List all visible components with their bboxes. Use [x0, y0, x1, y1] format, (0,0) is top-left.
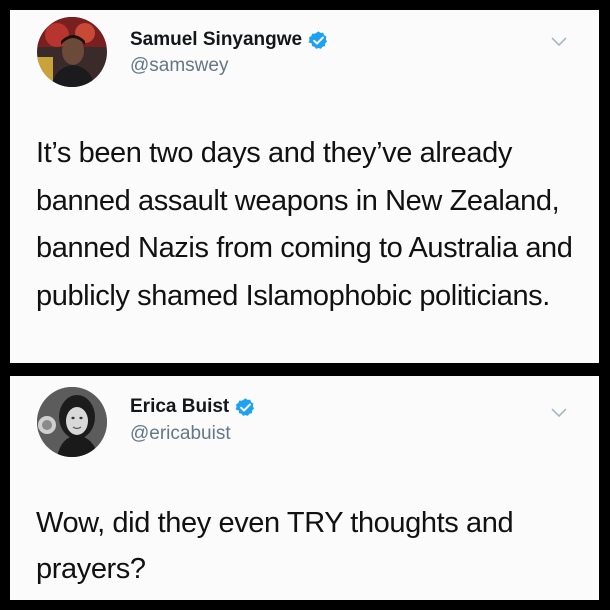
tweet-text: It’s been two days and they’ve already b…	[36, 137, 573, 312]
chevron-down-icon[interactable]	[551, 408, 567, 418]
author-display-name[interactable]: Samuel Sinyangwe	[130, 29, 302, 51]
author-name-row: Erica Buist	[130, 396, 256, 418]
avatar[interactable]	[37, 387, 107, 457]
chevron-down-icon[interactable]	[551, 37, 567, 47]
tweet-text: Wow, did they even TRY thoughts and pray…	[36, 507, 514, 585]
author-display-name[interactable]: Erica Buist	[130, 396, 229, 418]
tweet-card[interactable]: Samuel Sinyangwe @samswey It’s been two …	[10, 10, 599, 363]
avatar-image	[37, 17, 107, 87]
avatar-image	[37, 387, 107, 457]
verified-badge-icon	[308, 30, 328, 49]
verified-badge-icon	[235, 397, 255, 416]
screenshot-page: Samuel Sinyangwe @samswey It’s been two …	[0, 0, 610, 610]
avatar[interactable]	[37, 17, 107, 87]
author-handle[interactable]: @ericabuist	[130, 423, 231, 445]
author-handle[interactable]: @samswey	[130, 55, 228, 77]
reply-tweet-card[interactable]: Erica Buist @ericabuist Wow, did they ev…	[10, 376, 599, 600]
author-name-row: Samuel Sinyangwe	[130, 29, 329, 51]
